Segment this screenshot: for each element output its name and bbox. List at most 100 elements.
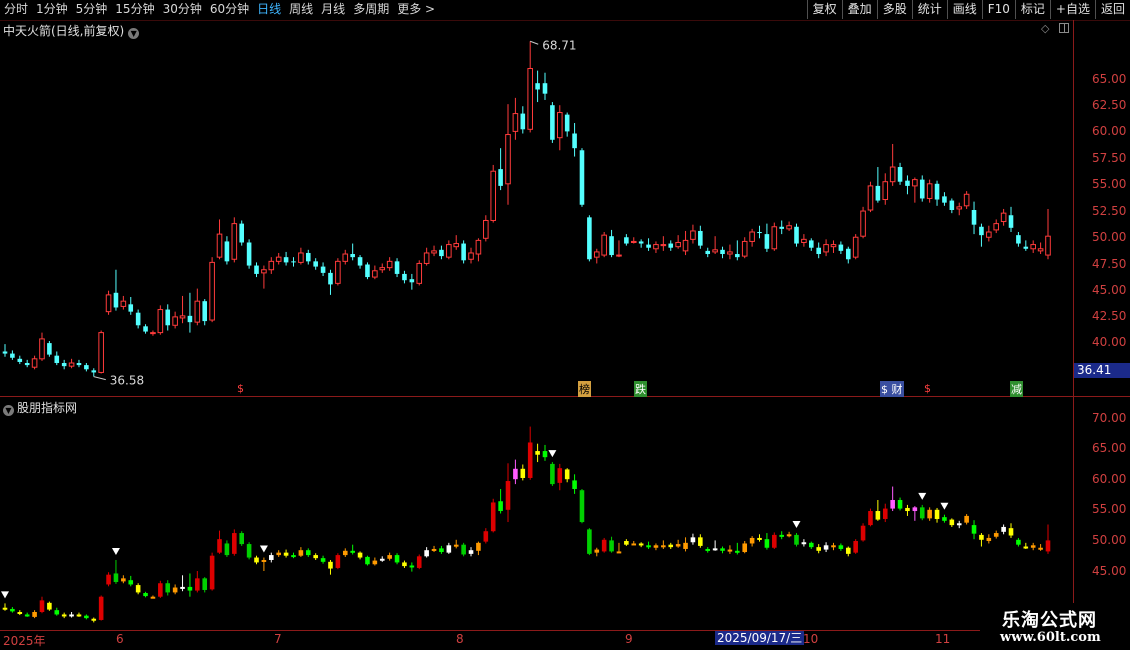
indicator-bar — [468, 547, 474, 557]
indicator-bar — [54, 607, 60, 616]
candle — [593, 248, 600, 264]
y-tick-label: 60.00 — [1092, 472, 1127, 486]
indicator-bar — [949, 518, 955, 527]
candle — [120, 295, 127, 310]
indicator-bar — [394, 553, 400, 565]
indicator-bar — [542, 444, 548, 461]
low-price-text: 36.58 — [110, 374, 144, 388]
indicator-bar — [446, 542, 452, 554]
y-tick-label: 57.50 — [1092, 151, 1127, 165]
candle — [113, 269, 119, 311]
candle — [254, 262, 259, 278]
x-tick-label: 7 — [274, 632, 282, 646]
candle — [54, 351, 60, 366]
y-tick-label: 52.50 — [1092, 204, 1127, 218]
back-button[interactable]: 返回 — [1094, 0, 1130, 19]
indicator-bar — [91, 617, 97, 623]
y-tick-label: 60.00 — [1092, 124, 1127, 138]
candle — [786, 221, 792, 231]
candle — [209, 257, 215, 323]
indicator-bar — [897, 497, 903, 511]
y-tick-label: 65.00 — [1092, 441, 1127, 455]
candle — [630, 237, 637, 244]
candle — [165, 304, 171, 331]
candle — [735, 240, 740, 261]
indicator-bar — [631, 541, 637, 546]
sell-signal-arrow — [548, 450, 557, 458]
indicator-bar — [47, 601, 52, 611]
indicator-bar — [720, 546, 725, 554]
candle — [394, 258, 400, 278]
x-tick-label: 10 — [803, 632, 819, 646]
candle — [949, 198, 955, 214]
candle — [956, 202, 963, 216]
candle — [653, 241, 659, 253]
x-tick-label: 2025年 — [3, 634, 46, 648]
price-labels: 68.71 36.58 — [93, 38, 577, 388]
indicator-bar — [254, 555, 259, 565]
indicator-bar — [638, 542, 644, 548]
indicator-bar — [150, 595, 156, 599]
candle — [320, 262, 326, 277]
indicator-bar — [180, 575, 185, 592]
candle — [556, 105, 563, 151]
candle — [646, 238, 651, 251]
candle — [10, 350, 15, 360]
indicator-bar — [594, 547, 600, 557]
candle — [942, 192, 947, 206]
candle — [601, 232, 607, 258]
indicator-bar — [616, 542, 622, 554]
indicator-bar — [845, 546, 851, 557]
candle — [505, 104, 511, 205]
y-tick-label: 55.00 — [1092, 177, 1127, 191]
candle — [682, 230, 689, 256]
indicator-bar — [993, 530, 999, 539]
candle — [779, 220, 784, 235]
indicator-bar — [794, 533, 799, 547]
candle — [771, 222, 778, 251]
indicator-bar — [143, 591, 148, 598]
indicator-bar — [868, 508, 873, 527]
candle — [919, 175, 925, 202]
indicator-bar — [764, 533, 770, 550]
sell-signal-arrow — [259, 545, 268, 553]
candle — [2, 344, 8, 357]
y-tick-label: 50.00 — [1092, 230, 1127, 244]
indicator-bar — [490, 498, 496, 533]
indicator-bar — [283, 549, 289, 558]
candle — [357, 255, 363, 269]
indicator-bar — [609, 536, 614, 553]
indicator-bar — [779, 531, 784, 540]
indicator-bar — [476, 541, 481, 556]
candle — [564, 112, 570, 137]
candle — [971, 201, 977, 235]
candle — [698, 225, 703, 249]
indicator-bar — [905, 504, 910, 516]
indicator-bar — [121, 575, 126, 584]
candle — [68, 358, 75, 369]
indicator-bar — [1001, 524, 1006, 535]
indicator-bar — [224, 540, 230, 557]
indicator-bar — [261, 557, 267, 571]
indicator-bar — [838, 543, 844, 551]
indicator-bar — [668, 542, 674, 549]
indicator-bar — [158, 580, 163, 598]
indicator-bar — [564, 468, 570, 483]
candlestick-chart[interactable]: 68.71 36.58 — [0, 0, 1073, 630]
indicator-bar — [661, 540, 666, 549]
candle — [609, 229, 614, 258]
indicator-bar — [298, 547, 304, 557]
indicator-bar — [557, 463, 563, 491]
candle — [268, 257, 275, 274]
indicator-bar — [342, 548, 348, 557]
candle — [624, 234, 629, 246]
candle — [461, 240, 466, 264]
candle — [61, 359, 67, 370]
candle — [416, 260, 423, 286]
x-tick-label: 8 — [456, 632, 464, 646]
indicator-bar — [379, 556, 385, 562]
candle — [979, 223, 984, 247]
indicator-bar — [690, 533, 696, 545]
indicator-bar — [579, 488, 585, 524]
candle — [128, 296, 134, 315]
